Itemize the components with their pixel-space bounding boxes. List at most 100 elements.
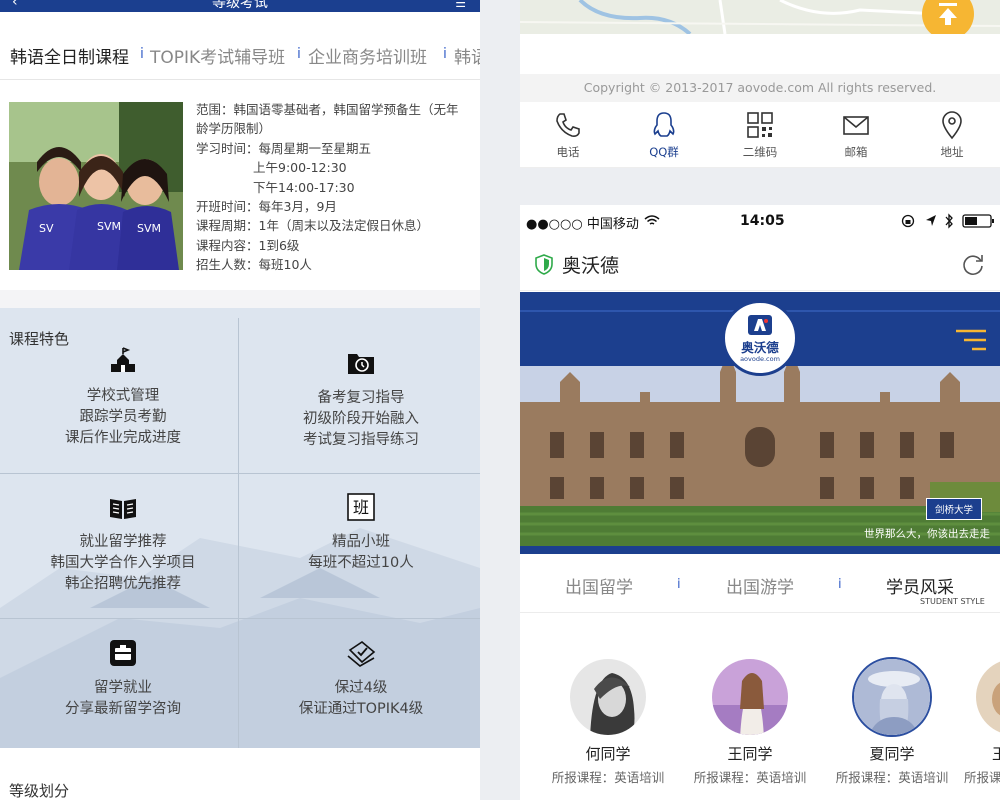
logo-subtext: aovode.com bbox=[740, 355, 780, 363]
info-line: 招生人数：每班10人 bbox=[196, 257, 312, 273]
phone-icon bbox=[556, 113, 580, 137]
student-card[interactable]: 王 所报课程 bbox=[964, 657, 1000, 786]
feature-line: 备考复习指导 bbox=[317, 390, 405, 406]
feature-line: 考试复习指导练习 bbox=[303, 432, 419, 448]
feature-line: 韩企招聘优先推荐 bbox=[65, 576, 181, 592]
course-tabs: 韩语全日制课程 i TOPIK考试辅导班 i 企业商务培训班 i 韩语 bbox=[0, 28, 480, 80]
student-avatar bbox=[974, 657, 1000, 737]
address-bar: 奥沃德 bbox=[520, 239, 1000, 291]
course-detail-panel: ‹ 等级考试 ☰ 韩语全日制课程 i TOPIK考试辅导班 i 企业商务培训班 … bbox=[0, 0, 480, 800]
students-photo: SVM SVM SV bbox=[9, 102, 183, 270]
hero-banner[interactable]: 奥沃德 aovode.com 剑桥大学 世界那么大，你该出去走走 bbox=[520, 292, 1000, 554]
bluetooth-icon bbox=[945, 213, 953, 229]
page-title: 等级考试 bbox=[212, 0, 268, 11]
nav-phone[interactable]: 电话 bbox=[520, 110, 616, 160]
qrcode-icon bbox=[747, 112, 773, 138]
hamburger-menu-icon[interactable] bbox=[952, 328, 988, 352]
tab-fulltime-korean[interactable]: 韩语全日制课程 bbox=[10, 43, 129, 68]
tab-separator: i bbox=[443, 46, 447, 62]
location-icon bbox=[942, 111, 962, 140]
student-name: 王 bbox=[992, 745, 1000, 763]
tab-subtitle: STUDENT STYLE bbox=[920, 597, 985, 606]
feature-line: 保过4级 bbox=[334, 680, 388, 696]
feature-line: 跟踪学员考勤 bbox=[79, 409, 167, 425]
nav-label: QQ群 bbox=[649, 145, 679, 159]
carrier: ●●○○○ 中国移动 bbox=[526, 217, 639, 232]
svg-text:SVM: SVM bbox=[137, 222, 161, 235]
info-line: 下午14:00-17:30 bbox=[253, 179, 355, 195]
info-line: 范围：韩国语零基础者，韩国留学预备生（无年 bbox=[196, 102, 459, 117]
student-name: 何同学 bbox=[585, 745, 631, 763]
feature-line: 每班不超过10人 bbox=[308, 555, 414, 571]
feature-line: 就业留学推荐 bbox=[79, 534, 167, 550]
grid-divider bbox=[0, 618, 480, 619]
menu-icon[interactable]: ☰ bbox=[455, 0, 466, 10]
tab-korean-more[interactable]: 韩语 bbox=[454, 43, 480, 68]
feature-line: 分享最新留学咨询 bbox=[65, 701, 181, 717]
feature-line: 初级阶段开始融入 bbox=[303, 411, 419, 427]
student-card[interactable]: 王同学 所报课程：英语培训 bbox=[680, 657, 820, 786]
refresh-icon[interactable] bbox=[960, 252, 986, 278]
secure-shield-icon bbox=[535, 254, 553, 275]
feature-line: 韩国大学合作入学项目 bbox=[50, 555, 196, 571]
student-avatar bbox=[568, 657, 648, 737]
info-line: 课程周期：1年（周末以及法定假日休息） bbox=[196, 218, 429, 234]
grid-divider bbox=[0, 473, 480, 474]
info-line: 上午9:00-12:30 bbox=[253, 160, 347, 176]
info-line: 开班时间：每年3月，9月 bbox=[196, 199, 337, 215]
bottom-nav: 电话 QQ群 二维码 邮箱 地址 bbox=[520, 102, 1000, 168]
info-line: 课程内容：1到6级 bbox=[196, 237, 300, 253]
student-course: 所报课程：英语培训 bbox=[693, 770, 807, 785]
tab-study-tour[interactable]: 出国游学 bbox=[726, 573, 794, 598]
student-avatar bbox=[852, 657, 932, 737]
nav-qrcode[interactable]: 二维码 bbox=[712, 110, 808, 160]
feature-line: 保证通过TOPIK4级 bbox=[298, 701, 424, 717]
tab-separator: i bbox=[140, 46, 144, 62]
level-section-title: 等级划分 bbox=[9, 782, 70, 800]
tab-study-abroad[interactable]: 出国留学 bbox=[565, 573, 633, 598]
feature-review-guidance: 备考复习指导 初级阶段开始融入 考试复习指导练习 bbox=[242, 348, 480, 451]
header-bar: ‹ 等级考试 ☰ bbox=[0, 0, 480, 12]
location-arrow-icon bbox=[926, 215, 936, 226]
student-name: 夏同学 bbox=[869, 745, 915, 763]
feature-career-study: 就业留学推荐 韩国大学合作入学项目 韩企招聘优先推荐 bbox=[4, 492, 242, 595]
tab-student-style[interactable]: 学员风采 bbox=[886, 573, 954, 598]
student-course: 所报课程 bbox=[964, 770, 1000, 785]
svg-text:SVM: SVM bbox=[97, 220, 121, 233]
certificate-icon bbox=[347, 641, 376, 667]
category-tabs: 出国留学 i 出国游学 i 学员风采 STUDENT STYLE bbox=[520, 555, 1000, 613]
wifi-icon bbox=[644, 215, 660, 225]
student-avatar bbox=[710, 657, 790, 737]
section-divider bbox=[0, 290, 480, 308]
nav-label: 地址 bbox=[940, 145, 964, 159]
nav-label: 二维码 bbox=[742, 145, 778, 159]
tab-topik[interactable]: TOPIK考试辅导班 bbox=[150, 43, 285, 68]
student-course: 所报课程：英语培训 bbox=[551, 770, 665, 785]
student-course: 所报课程：英语培训 bbox=[835, 770, 949, 785]
status-bar: ●●○○○ 中国移动 14:05 bbox=[520, 205, 1000, 239]
rotation-lock-icon bbox=[901, 214, 915, 228]
logo-text: 奥沃德 bbox=[741, 340, 779, 355]
book-icon bbox=[110, 499, 136, 519]
course-info: 范围：韩国语零基础者，韩国留学预备生（无年 龄学历限制） 学习时间：每周星期一至… bbox=[196, 100, 476, 275]
nav-location[interactable]: 地址 bbox=[904, 110, 1000, 160]
clock: 14:05 bbox=[740, 213, 785, 229]
tab-business[interactable]: 企业商务培训班 bbox=[308, 43, 427, 68]
svg-text:SV: SV bbox=[39, 222, 54, 235]
student-card[interactable]: 何同学 所报课程：英语培训 bbox=[538, 657, 678, 786]
tab-separator: i bbox=[677, 577, 681, 592]
info-line: 龄学历限制） bbox=[196, 121, 272, 137]
mail-icon bbox=[843, 116, 869, 135]
class-icon: 班 bbox=[347, 493, 375, 521]
nav-label: 邮箱 bbox=[844, 145, 868, 159]
nav-mail[interactable]: 邮箱 bbox=[808, 110, 904, 160]
qq-icon bbox=[653, 112, 675, 137]
feature-line: 学校式管理 bbox=[86, 388, 160, 404]
folder-history-icon bbox=[348, 354, 374, 374]
battery-icon bbox=[962, 214, 994, 228]
tab-separator: i bbox=[297, 46, 301, 62]
banner-caption: 世界那么大，你该出去走走 bbox=[864, 528, 990, 540]
student-card[interactable]: 夏同学 所报课程：英语培训 bbox=[822, 657, 962, 786]
nav-qq[interactable]: QQ群 bbox=[616, 110, 712, 160]
feature-school-management: 学校式管理 跟踪学员考勤 课后作业完成进度 bbox=[4, 346, 242, 449]
